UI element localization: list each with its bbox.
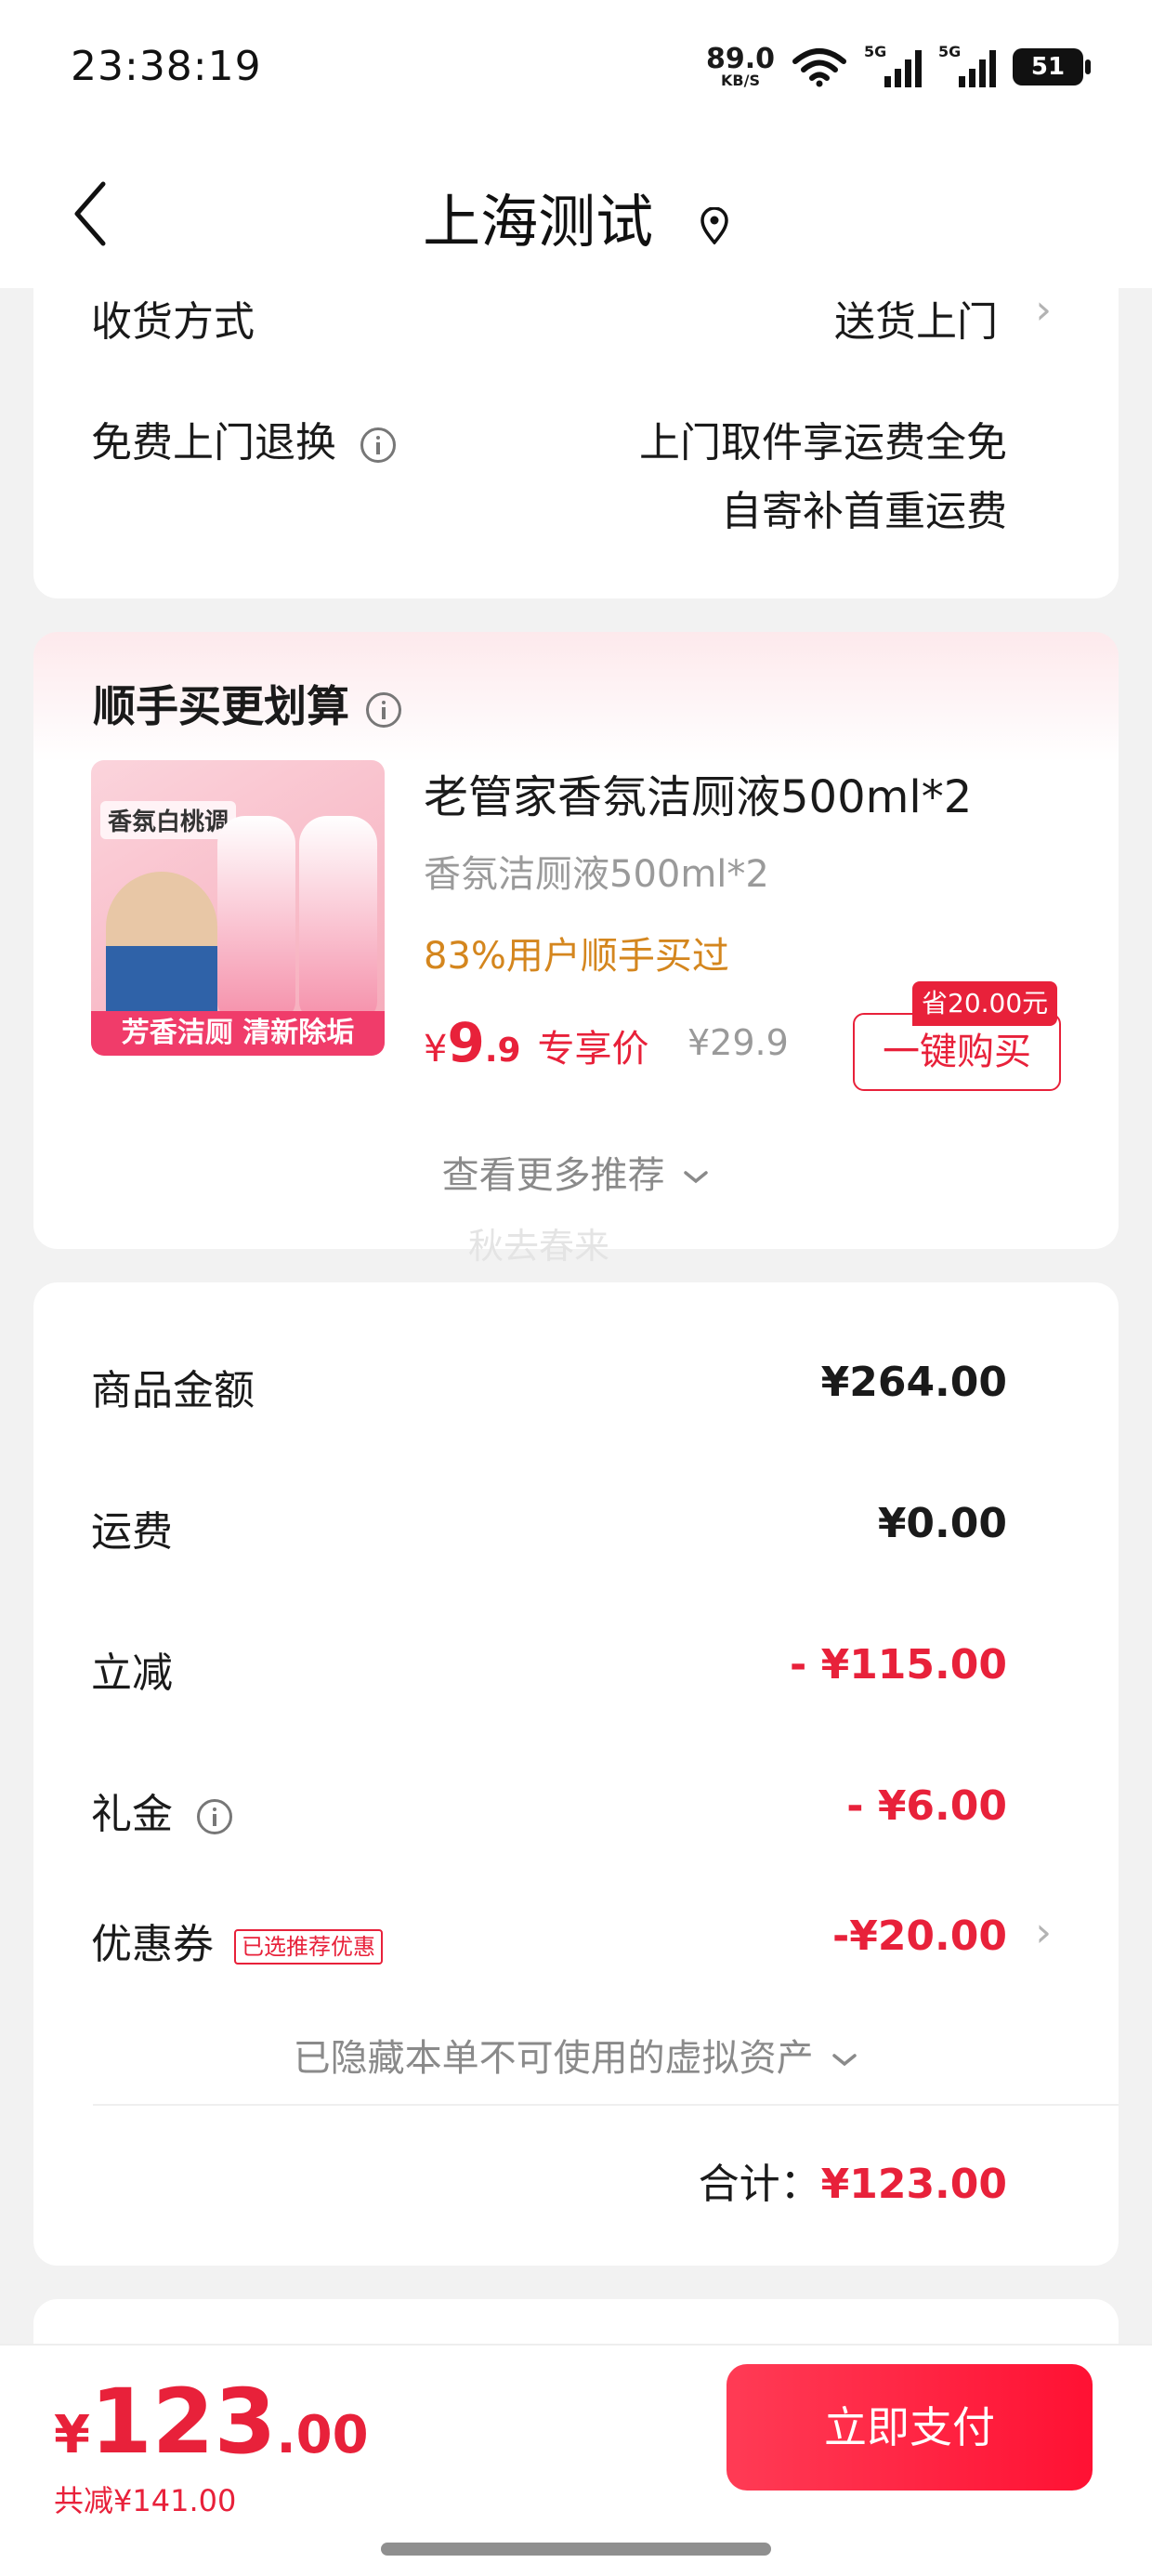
goods-amount-value: ¥264.00 xyxy=(820,1359,1007,1406)
recommend-title-text: 顺手买更划算 xyxy=(93,681,349,731)
free-return-value-line2: 自寄补首重运费 xyxy=(721,488,1007,535)
page-title[interactable]: 上海测试 xyxy=(0,175,1152,258)
network-speed-unit: KB/S xyxy=(721,72,760,89)
delivery-card: 收货方式 送货上门 › 免费上门退换 上门取件享运费全免 自寄补首重运费 xyxy=(33,286,1119,598)
pay-amount-integer: 123 xyxy=(89,2370,277,2474)
chevron-right-icon[interactable]: › xyxy=(1035,286,1052,334)
free-return-label: 免费上门退换 xyxy=(91,409,396,468)
location-pin-icon xyxy=(700,206,728,244)
total-row: 合计：¥123.00 xyxy=(699,2150,1007,2210)
info-icon[interactable] xyxy=(360,427,396,463)
page-header: 上海测试 xyxy=(0,139,1152,288)
battery-level: 51 xyxy=(1030,53,1066,81)
recommend-title: 顺手买更划算 xyxy=(93,673,401,734)
product-original-price: ¥29.9 xyxy=(687,1022,789,1063)
total-saved: 共减¥141.00 xyxy=(54,2483,237,2518)
shipping-fee-value: ¥0.00 xyxy=(877,1500,1007,1547)
price-integer: 9 xyxy=(447,1011,485,1074)
watermark-text: 秋去春来 xyxy=(468,1226,610,1267)
bottle-shape xyxy=(217,816,295,1020)
total-value: ¥123.00 xyxy=(820,2161,1007,2208)
gift-money-label: 礼金 xyxy=(91,1781,232,1840)
product-image-tag: 香氛白桃调 xyxy=(100,801,237,839)
status-bar: 23:38:19 89.0 KB/S 5G 5G 51 xyxy=(0,0,1152,139)
instant-discount-label: 立减 xyxy=(91,1649,173,1697)
network-speed: 89.0 KB/S xyxy=(706,46,775,88)
coupon-value[interactable]: -¥20.00 xyxy=(832,1912,1007,1960)
divider xyxy=(93,2104,1119,2106)
price-label: 专享价 xyxy=(537,1028,649,1071)
product-image-slogan: 芳香洁厕 清新除垢 xyxy=(91,1011,385,1056)
total-label: 合计： xyxy=(698,2161,821,2208)
info-icon[interactable] xyxy=(366,691,401,728)
product-image[interactable]: 香氛白桃调 芳香洁厕 清新除垢 xyxy=(91,760,385,1056)
pay-amount-decimal: .00 xyxy=(276,2405,369,2465)
price-decimal: .9 xyxy=(484,1032,521,1070)
status-time: 23:38:19 xyxy=(71,43,262,90)
free-return-label-text: 免费上门退换 xyxy=(91,419,336,467)
battery-icon: 51 xyxy=(1013,48,1091,85)
hidden-assets-toggle[interactable]: 已隐藏本单不可使用的虚拟资产 xyxy=(33,2028,1119,2082)
gift-money-label-text: 礼金 xyxy=(91,1791,173,1838)
instant-discount-value: - ¥115.00 xyxy=(790,1641,1007,1689)
product-spec: 香氛洁厕液500ml*2 xyxy=(424,853,769,896)
recommend-card: 顺手买更划算 香氛白桃调 芳香洁厕 清新除垢 老管家香氛洁厕液500ml*2 香… xyxy=(33,632,1119,1267)
save-amount-badge: 省20.00元 xyxy=(912,981,1058,1026)
home-indicator[interactable] xyxy=(381,2543,771,2556)
free-return-value-line1: 上门取件享运费全免 xyxy=(639,419,1007,467)
product-buyers-rate: 83%用户顺手买过 xyxy=(424,935,729,978)
cellular-signal-2-icon: 5G xyxy=(938,43,996,87)
signal-1-label: 5G xyxy=(864,43,887,60)
shipping-fee-label: 运费 xyxy=(91,1508,173,1556)
wifi-icon xyxy=(792,48,846,87)
delivery-method-label: 收货方式 xyxy=(91,298,255,346)
chevron-down-icon xyxy=(832,2054,857,2067)
chevron-down-icon xyxy=(684,1171,709,1184)
gift-money-value: - ¥6.00 xyxy=(846,1782,1007,1830)
more-recommendations-text: 查看更多推荐 xyxy=(441,1154,665,1197)
network-speed-value: 89.0 xyxy=(705,43,775,75)
pay-amount-currency: ¥ xyxy=(54,2405,90,2465)
coupon-recommended-badge: 已选推荐优惠 xyxy=(234,1929,383,1965)
status-icons: 89.0 KB/S 5G 5G 51 xyxy=(706,41,1091,93)
bottom-pay-bar: ¥123.00 共减¥141.00 立即支付 xyxy=(0,2344,1152,2576)
checkout-page: 23:38:19 89.0 KB/S 5G 5G 51 上海测试 收货方式 送货… xyxy=(0,0,1152,2576)
more-recommendations-link[interactable]: 查看更多推荐 xyxy=(33,1145,1119,1199)
coupon-label-text: 优惠券 xyxy=(91,1921,214,1968)
price-currency: ¥ xyxy=(424,1028,448,1071)
pay-amount: ¥123.00 xyxy=(54,2370,369,2474)
delivery-method-value[interactable]: 送货上门 xyxy=(834,288,998,348)
coupon-label: 优惠券 已选推荐优惠 xyxy=(91,1911,383,1970)
product-price: ¥9.9 专享价 xyxy=(424,1011,649,1074)
product-name[interactable]: 老管家香氛洁厕液500ml*2 xyxy=(424,760,972,825)
price-summary-card: 商品金额 ¥264.00 运费 ¥0.00 立减 - ¥115.00 礼金 - … xyxy=(33,1282,1119,2266)
cellular-signal-1-icon: 5G xyxy=(864,43,922,87)
goods-amount-label: 商品金额 xyxy=(91,1367,255,1414)
signal-2-label: 5G xyxy=(938,43,962,60)
page-title-text: 上海测试 xyxy=(423,188,654,256)
bottle-shape xyxy=(299,816,377,1020)
hidden-assets-text: 已隐藏本单不可使用的虚拟资产 xyxy=(293,2037,814,2080)
pay-now-button[interactable]: 立即支付 xyxy=(727,2364,1093,2491)
info-icon[interactable] xyxy=(197,1799,232,1834)
chevron-right-icon[interactable]: › xyxy=(1035,1909,1052,1956)
